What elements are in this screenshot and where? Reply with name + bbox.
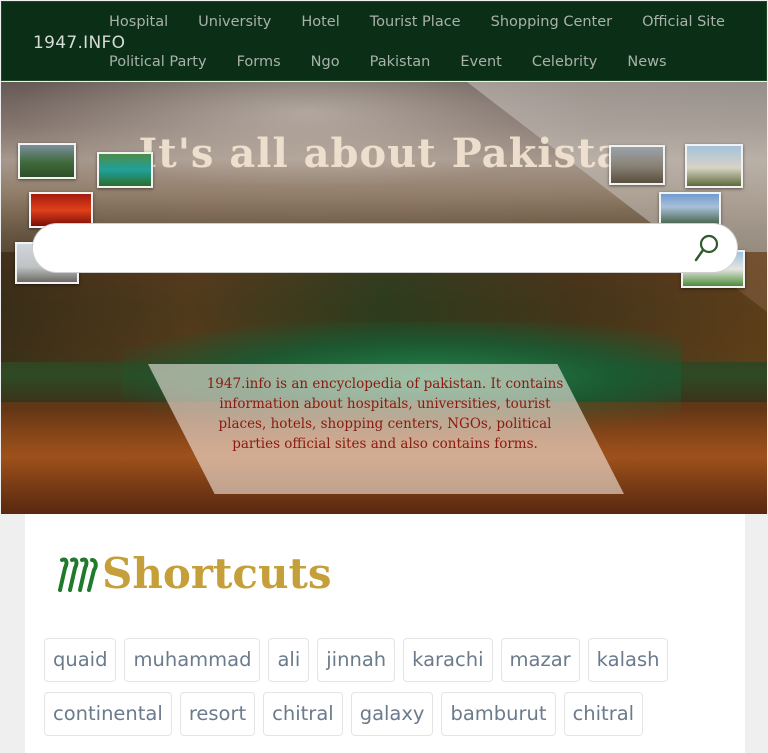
nav-link-hospital[interactable]: Hospital bbox=[94, 14, 183, 30]
nav-row-primary: Hospital University Hotel Tourist Place … bbox=[94, 14, 740, 30]
shortcut-tag[interactable]: mazar bbox=[500, 638, 580, 682]
nav-link-political-party[interactable]: Political Party bbox=[94, 54, 222, 70]
shortcut-tag[interactable]: karachi bbox=[403, 638, 493, 682]
shortcut-tags-row-2: continental resort chitral galaxy bambur… bbox=[44, 692, 651, 736]
top-navbar: 1947.INFO Hospital University Hotel Tour… bbox=[1, 1, 767, 81]
shortcut-tag[interactable]: chitral bbox=[263, 692, 343, 736]
shortcut-tags-row-1: quaid muhammad ali jinnah karachi mazar … bbox=[44, 638, 676, 682]
thumbnail-photo bbox=[609, 145, 665, 185]
hero-banner: It's all about Pakistan 1947.info is an … bbox=[1, 82, 767, 514]
shortcuts-heading: Shortcuts bbox=[56, 549, 332, 598]
nav-link-shopping-center[interactable]: Shopping Center bbox=[476, 14, 628, 30]
shortcut-tag[interactable]: resort bbox=[179, 692, 256, 736]
shortcut-tag[interactable]: ali bbox=[268, 638, 310, 682]
nav-link-forms[interactable]: Forms bbox=[222, 54, 296, 70]
nav-link-event[interactable]: Event bbox=[445, 54, 517, 70]
shortcut-tag[interactable]: continental bbox=[44, 692, 172, 736]
shortcut-tag[interactable]: bamburut bbox=[441, 692, 556, 736]
shortcuts-title: Shortcuts bbox=[102, 549, 332, 598]
site-description: 1947.info is an encyclopedia of pakistan… bbox=[206, 376, 564, 452]
nav-row-secondary: Political Party Forms Ngo Pakistan Event… bbox=[94, 54, 682, 70]
shortcut-tag[interactable]: galaxy bbox=[350, 692, 434, 736]
nav-link-university[interactable]: University bbox=[183, 14, 286, 30]
shortcut-tag[interactable]: chitral bbox=[563, 692, 644, 736]
thumbnail-photo bbox=[97, 152, 153, 188]
nav-link-news[interactable]: News bbox=[612, 54, 681, 70]
thumbnail-photo bbox=[685, 144, 743, 188]
nav-link-celebrity[interactable]: Celebrity bbox=[517, 54, 612, 70]
search-input[interactable] bbox=[55, 234, 689, 264]
shortcut-tag[interactable]: kalash bbox=[587, 638, 669, 682]
nav-link-pakistan[interactable]: Pakistan bbox=[355, 54, 446, 70]
thumbnail-photo bbox=[18, 143, 76, 179]
brand-logo-link[interactable]: 1947.INFO bbox=[33, 33, 125, 53]
search-bar bbox=[32, 223, 738, 273]
search-icon[interactable] bbox=[691, 232, 721, 264]
nav-link-hotel[interactable]: Hotel bbox=[286, 14, 354, 30]
nav-link-tourist-place[interactable]: Tourist Place bbox=[355, 14, 476, 30]
shortcut-tag[interactable]: quaid bbox=[44, 638, 117, 682]
shortcuts-logo-icon bbox=[56, 552, 100, 596]
shortcut-tag[interactable]: jinnah bbox=[317, 638, 396, 682]
nav-link-ngo[interactable]: Ngo bbox=[296, 54, 355, 70]
shortcut-tag[interactable]: muhammad bbox=[124, 638, 261, 682]
nav-link-official-site[interactable]: Official Site bbox=[627, 14, 740, 30]
